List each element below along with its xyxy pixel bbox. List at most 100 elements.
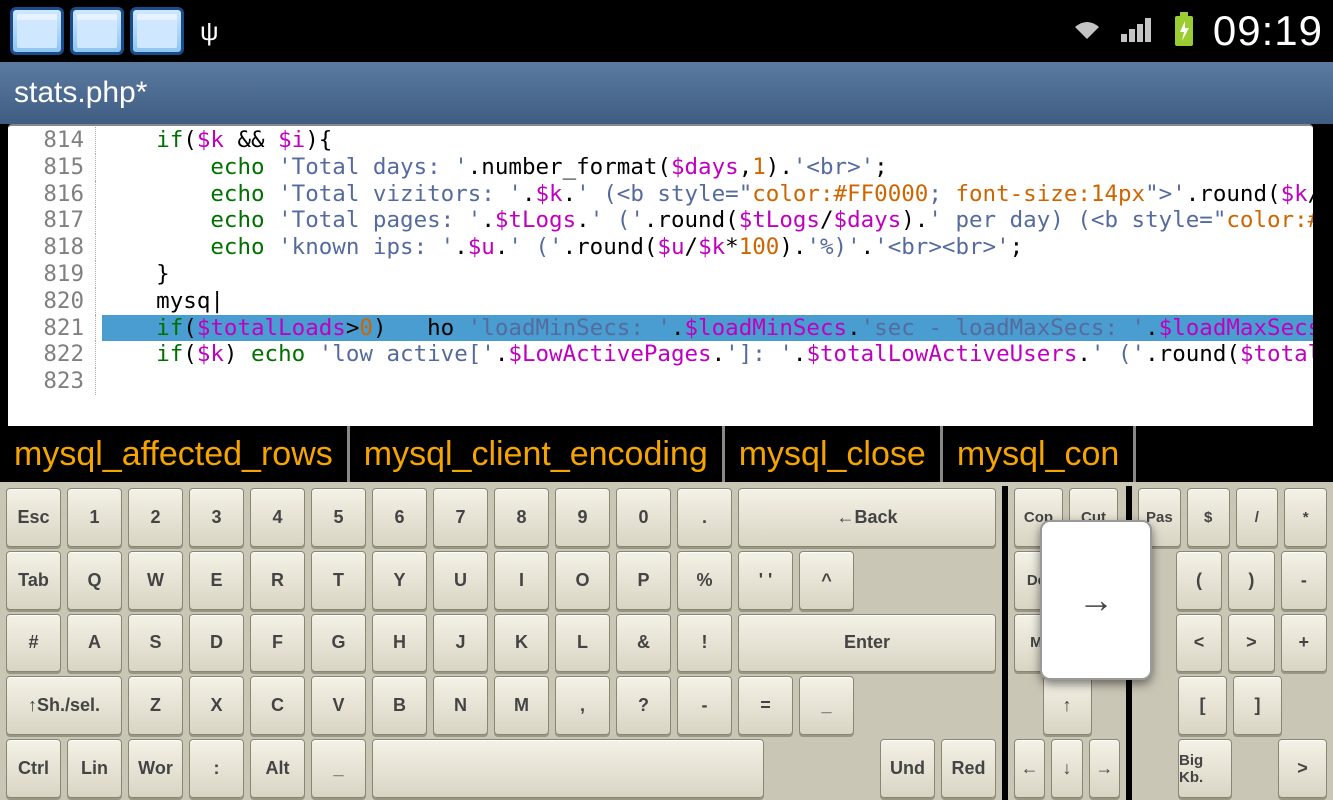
key-r[interactable]: R <box>250 551 305 610</box>
autocomplete-item[interactable]: mysql_affected_rows <box>0 426 350 482</box>
key-[interactable]: ] <box>1233 676 1282 735</box>
key-a[interactable]: A <box>67 614 122 673</box>
key-space[interactable] <box>372 739 764 798</box>
key-[interactable]: ^ <box>799 551 854 610</box>
app-icon[interactable] <box>130 7 184 55</box>
key-q[interactable]: Q <box>67 551 122 610</box>
key-8[interactable]: 8 <box>494 488 549 547</box>
key-3[interactable]: 3 <box>189 488 244 547</box>
key-f[interactable]: F <box>250 614 305 673</box>
code-line[interactable]: echo 'Total days: '.number_format($days,… <box>96 154 888 181</box>
key-alt[interactable]: Alt <box>250 739 305 798</box>
key-0[interactable]: 0 <box>616 488 671 547</box>
key-[interactable]: : <box>189 739 244 798</box>
code-line[interactable]: echo 'known ips: '.$u.' ('.round($u/$k*1… <box>96 234 1023 261</box>
key-lin[interactable]: Lin <box>67 739 122 798</box>
key-m[interactable]: M <box>494 676 549 735</box>
key-[interactable]: # <box>6 614 61 673</box>
key-ctrl[interactable]: Ctrl <box>6 739 61 798</box>
autocomplete-item[interactable]: mysql_con <box>943 426 1137 482</box>
key-[interactable]: & <box>616 614 671 673</box>
key-bigkb[interactable]: Big Kb. <box>1178 739 1232 798</box>
key-[interactable]: > <box>1278 739 1327 798</box>
key-[interactable]: ! <box>677 614 732 673</box>
key-o[interactable]: O <box>555 551 610 610</box>
key-n[interactable]: N <box>433 676 488 735</box>
key-wor[interactable]: Wor <box>128 739 183 798</box>
key-h[interactable]: H <box>372 614 427 673</box>
key-[interactable]: > <box>1228 614 1274 673</box>
key-[interactable]: / <box>1236 488 1279 547</box>
key-[interactable]: + <box>1281 614 1327 673</box>
key-und[interactable]: Und <box>880 739 935 798</box>
app-icon[interactable] <box>10 7 64 55</box>
code-line[interactable]: if($k && $i){ <box>96 127 332 154</box>
key-w[interactable]: W <box>128 551 183 610</box>
key-1[interactable]: 1 <box>67 488 122 547</box>
key-[interactable]: ' ' <box>738 551 793 610</box>
key-2[interactable]: 2 <box>128 488 183 547</box>
key-shsel[interactable]: ↑Sh./sel. <box>6 676 122 735</box>
key-l[interactable]: L <box>555 614 610 673</box>
key-[interactable]: < <box>1176 614 1222 673</box>
code-editor[interactable]: 814 if($k && $i){815 echo 'Total days: '… <box>8 124 1313 426</box>
key-[interactable]: _ <box>799 676 854 735</box>
key-4[interactable]: 4 <box>250 488 305 547</box>
key-b[interactable]: B <box>372 676 427 735</box>
key-t[interactable]: T <box>311 551 366 610</box>
key-[interactable]: ( <box>1176 551 1222 610</box>
key-i[interactable]: I <box>494 551 549 610</box>
key-[interactable]: - <box>677 676 732 735</box>
key-c[interactable]: C <box>250 676 305 735</box>
key-[interactable]: ← <box>1014 739 1045 798</box>
key-s[interactable]: S <box>128 614 183 673</box>
key-[interactable]: → <box>1089 739 1120 798</box>
key-x[interactable]: X <box>189 676 244 735</box>
title-bar: stats.php* <box>0 62 1333 124</box>
code-line[interactable]: echo 'Total pages: '.$tLogs.' ('.round($… <box>96 207 1313 234</box>
autocomplete-item[interactable]: mysql_client_encoding <box>350 426 725 482</box>
key-g[interactable]: G <box>311 614 366 673</box>
code-line[interactable] <box>96 368 116 395</box>
key-u[interactable]: U <box>433 551 488 610</box>
key-7[interactable]: 7 <box>433 488 488 547</box>
code-line[interactable]: if($totalLoads>0) ho 'loadMinSecs: '.$lo… <box>96 315 1313 342</box>
key-[interactable]: _ <box>311 739 366 798</box>
key-back[interactable]: ←Back <box>738 488 996 547</box>
key-d[interactable]: D <box>189 614 244 673</box>
key-red[interactable]: Red <box>941 739 996 798</box>
key-[interactable]: , <box>555 676 610 735</box>
key-p[interactable]: P <box>616 551 671 610</box>
key-esc[interactable]: Esc <box>6 488 61 547</box>
app-icon[interactable] <box>70 7 124 55</box>
key-[interactable]: ↓ <box>1051 739 1082 798</box>
code-line[interactable]: echo 'Total vizitors: '.$k.' (<b style="… <box>96 181 1313 208</box>
key-enter[interactable]: Enter <box>738 614 996 673</box>
arrow-key-popup[interactable]: → <box>1040 520 1152 680</box>
code-line[interactable]: mysq| <box>96 288 224 315</box>
key-[interactable]: * <box>1284 488 1327 547</box>
keyboard: Esc1234567890.←Back TabQWERTYUIOP%' '^ #AS… <box>0 482 1333 800</box>
key-[interactable]: ) <box>1228 551 1274 610</box>
key-tab[interactable]: Tab <box>6 551 61 610</box>
key-k[interactable]: K <box>494 614 549 673</box>
key-6[interactable]: 6 <box>372 488 427 547</box>
autocomplete-item[interactable]: mysql_close <box>725 426 943 482</box>
key-y[interactable]: Y <box>372 551 427 610</box>
key-[interactable]: [ <box>1178 676 1227 735</box>
key-[interactable]: $ <box>1187 488 1230 547</box>
key-[interactable]: % <box>677 551 732 610</box>
key-[interactable]: . <box>677 488 732 547</box>
key-z[interactable]: Z <box>128 676 183 735</box>
key-[interactable]: - <box>1281 551 1327 610</box>
key-v[interactable]: V <box>311 676 366 735</box>
key-[interactable]: ? <box>616 676 671 735</box>
key-[interactable]: = <box>738 676 793 735</box>
code-line[interactable]: } <box>96 261 170 288</box>
code-line[interactable]: if($k) echo 'low active['.$LowActivePage… <box>96 341 1313 368</box>
key-j[interactable]: J <box>433 614 488 673</box>
key-5[interactable]: 5 <box>311 488 366 547</box>
key-e[interactable]: E <box>189 551 244 610</box>
key-[interactable]: ↑ <box>1043 676 1092 735</box>
key-9[interactable]: 9 <box>555 488 610 547</box>
